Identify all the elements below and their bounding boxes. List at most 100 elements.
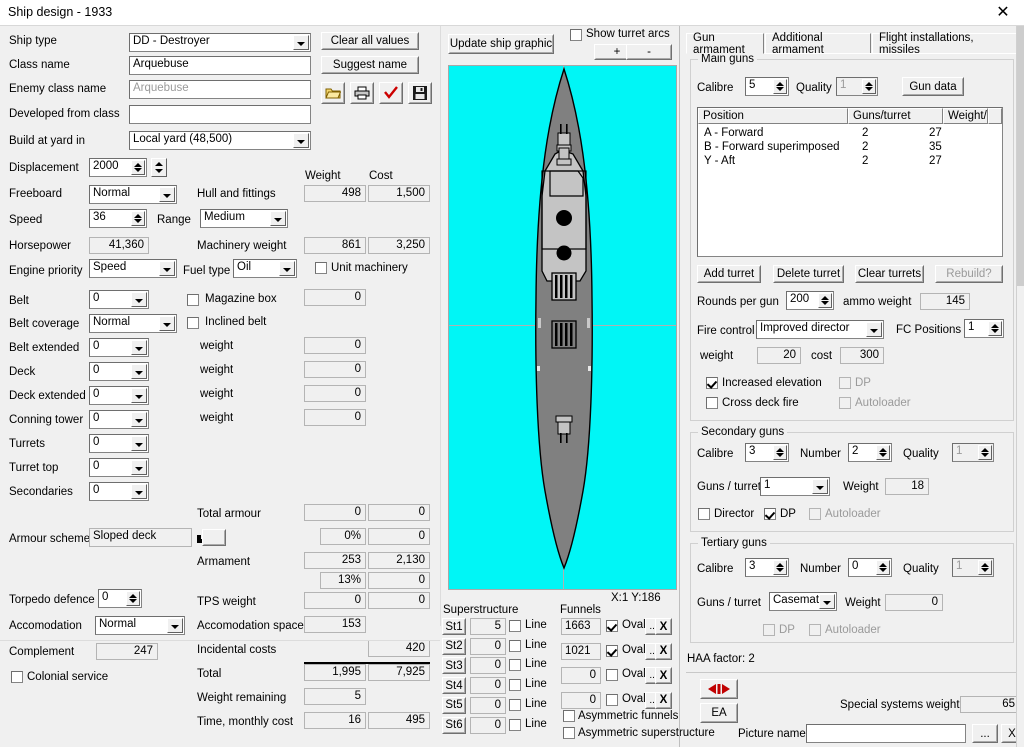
turrets-combo[interactable]: 0: [89, 434, 149, 453]
armour-scheme-button[interactable]: [202, 529, 226, 546]
chevron-down-icon[interactable]: [131, 292, 147, 307]
funnel-value-1[interactable]: 1663: [561, 618, 601, 635]
superstructure-value-6[interactable]: 0: [470, 716, 506, 734]
conning-tower-combo[interactable]: 0: [89, 410, 149, 429]
class-name-input[interactable]: Arquebuse: [129, 56, 311, 75]
accomodation-combo[interactable]: Normal: [95, 616, 185, 635]
speed-input[interactable]: 36: [89, 209, 147, 228]
funnel-oval-checkbox-2[interactable]: [606, 644, 618, 657]
save-icon[interactable]: [408, 82, 432, 104]
col-position[interactable]: Position: [698, 108, 848, 124]
superstructure-line-checkbox-6[interactable]: [509, 718, 521, 731]
table-row[interactable]: Y - Aft 2 27: [698, 155, 1002, 169]
fuel-type-combo[interactable]: Oil: [233, 259, 297, 278]
funnel-value-2[interactable]: 1021: [561, 642, 601, 660]
deck-combo[interactable]: 0: [89, 362, 149, 381]
belt-coverage-combo[interactable]: Normal: [89, 314, 177, 333]
ter-quality-input[interactable]: 1: [952, 558, 994, 577]
developed-from-class-input[interactable]: [129, 105, 311, 124]
chevron-down-icon[interactable]: [159, 187, 175, 202]
chevron-down-icon[interactable]: [866, 322, 882, 337]
ter-calibre-input[interactable]: 3: [745, 558, 789, 577]
rounds-per-gun-spinner[interactable]: [818, 293, 832, 308]
funnel-value-3[interactable]: 0: [561, 667, 601, 684]
picture-browse-button[interactable]: ...: [972, 724, 998, 743]
ter-calibre-spinner[interactable]: [773, 560, 787, 575]
funnel-value-4[interactable]: 0: [561, 691, 601, 709]
funnel-delete-button-4[interactable]: X: [655, 691, 672, 709]
chevron-down-icon[interactable]: [131, 364, 147, 379]
sec-calibre-spinner[interactable]: [773, 445, 787, 460]
torpedo-defence-spinner[interactable]: [126, 591, 140, 606]
superstructure-value-4[interactable]: 0: [470, 677, 506, 695]
sec-dp-checkbox[interactable]: [764, 508, 776, 520]
asymmetric-funnels-checkbox[interactable]: [563, 710, 575, 722]
ship-graphic-canvas[interactable]: [448, 65, 677, 590]
chevron-down-icon[interactable]: [131, 460, 147, 475]
funnel-delete-button-2[interactable]: X: [655, 642, 672, 660]
enemy-class-name-input[interactable]: Arquebuse: [129, 80, 311, 99]
unit-machinery-checkbox[interactable]: [315, 262, 327, 274]
check-icon[interactable]: [379, 82, 403, 104]
sec-director-checkbox[interactable]: [698, 508, 710, 520]
superstructure-value-3[interactable]: 0: [470, 657, 506, 675]
ter-quality-spinner[interactable]: [978, 560, 992, 575]
chevron-down-icon[interactable]: [270, 211, 286, 226]
fc-positions-input[interactable]: 1: [964, 319, 1004, 338]
superstructure-line-checkbox-1[interactable]: [509, 620, 521, 632]
page-scrollbar[interactable]: [1016, 26, 1024, 747]
col-weight-turret[interactable]: Weight/turret: [943, 108, 988, 124]
rounds-per-gun-input[interactable]: 200: [786, 291, 834, 310]
ter-number-spinner[interactable]: [876, 560, 890, 575]
deck-extended-combo[interactable]: 0: [89, 386, 149, 405]
magazine-box-checkbox[interactable]: [187, 294, 199, 306]
turret-list[interactable]: Position Guns/turret Weight/turret A - F…: [697, 107, 1003, 257]
fire-control-combo[interactable]: Improved director: [756, 320, 884, 339]
torpedo-defence-input[interactable]: 0: [98, 589, 142, 608]
chevron-down-icon[interactable]: [131, 340, 147, 355]
left-right-arrows-icon[interactable]: [700, 679, 738, 699]
chevron-down-icon[interactable]: [293, 133, 309, 148]
belt-combo[interactable]: 0: [89, 290, 149, 309]
sec-quality-input[interactable]: 1: [952, 443, 994, 462]
clear-all-values-button[interactable]: Clear all values: [321, 32, 419, 50]
funnel-oval-checkbox-1[interactable]: [606, 620, 618, 632]
sec-number-spinner[interactable]: [876, 445, 890, 460]
displacement-input[interactable]: 2000: [89, 158, 147, 177]
funnel-delete-button-1[interactable]: X: [655, 618, 672, 635]
tab-additional-armament[interactable]: Additional armament: [765, 32, 871, 56]
sec-calibre-input[interactable]: 3: [745, 443, 789, 462]
superstructure-button-3[interactable]: St3: [442, 657, 466, 675]
superstructure-value-2[interactable]: 0: [470, 637, 506, 655]
turret-top-combo[interactable]: 0: [89, 458, 149, 477]
asymmetric-superstructure-checkbox[interactable]: [563, 727, 575, 739]
funnel-oval-checkbox-3[interactable]: [606, 669, 618, 681]
sec-number-input[interactable]: 2: [848, 443, 892, 462]
ter-number-input[interactable]: 0: [848, 558, 892, 577]
table-row[interactable]: A - Forward 2 27: [698, 127, 1002, 141]
sec-guns-per-turret-combo[interactable]: 1: [760, 477, 830, 496]
fc-positions-spinner[interactable]: [988, 321, 1002, 336]
chevron-down-icon[interactable]: [812, 479, 828, 494]
main-calibre-spinner[interactable]: [773, 79, 787, 94]
freeboard-combo[interactable]: Normal: [89, 185, 177, 204]
chevron-down-icon[interactable]: [279, 261, 295, 276]
speed-spinner[interactable]: [131, 211, 145, 226]
range-combo[interactable]: Medium: [200, 209, 288, 228]
superstructure-line-checkbox-3[interactable]: [509, 659, 521, 672]
build-at-yard-combo[interactable]: Local yard (48,500): [129, 131, 311, 150]
zoom-out-button[interactable]: -: [626, 44, 672, 60]
tab-gun-armament[interactable]: Gun armament: [686, 32, 764, 56]
cross-deck-fire-checkbox[interactable]: [706, 397, 718, 409]
inclined-belt-checkbox[interactable]: [187, 317, 199, 329]
funnel-delete-button-3[interactable]: X: [655, 667, 672, 684]
belt-extended-combo[interactable]: 0: [89, 338, 149, 357]
superstructure-button-2[interactable]: St2: [442, 637, 466, 655]
chevron-down-icon[interactable]: [131, 412, 147, 427]
increased-elevation-checkbox[interactable]: [706, 377, 718, 389]
update-ship-graphic-button[interactable]: Update ship graphic: [448, 34, 554, 54]
col-guns-turret[interactable]: Guns/turret: [848, 108, 943, 124]
main-quality-spinner[interactable]: [862, 79, 876, 94]
gun-data-button[interactable]: Gun data: [902, 77, 964, 96]
displacement-spinner[interactable]: [131, 160, 145, 175]
